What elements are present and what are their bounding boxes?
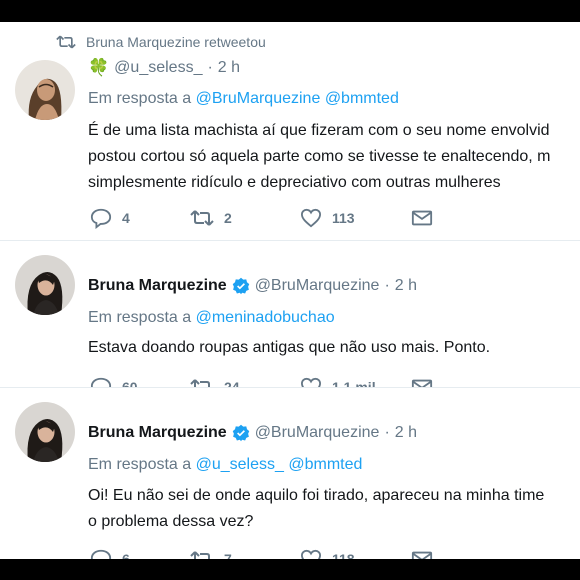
avatar[interactable] <box>15 60 75 120</box>
avatar[interactable] <box>15 402 75 462</box>
verified-badge-icon <box>232 424 249 442</box>
avatar[interactable] <box>15 255 75 315</box>
author-name[interactable]: Bruna Marquezine <box>88 424 227 442</box>
tweet-text-line: postou cortou só aquela parte como se ti… <box>88 148 551 165</box>
retweet-button[interactable]: 7 <box>190 549 300 559</box>
like-button[interactable]: 113 <box>300 208 411 228</box>
separator-dot: · <box>207 59 213 76</box>
retweet-icon <box>190 551 210 559</box>
author-name[interactable]: Bruna Marquezine <box>88 277 227 295</box>
clover-emoji: 🍀 <box>88 58 110 77</box>
tweet-3[interactable]: Bruna Marquezine @BruMarquezine · 2 h Em… <box>0 388 580 559</box>
action-bar: 6 7 118 <box>90 548 433 559</box>
tweet-text-line: Estava doando roupas antigas que não uso… <box>88 339 491 356</box>
retweet-icon <box>190 210 214 226</box>
mention-link[interactable]: @meninadobuchao <box>196 309 335 326</box>
tweet-1[interactable]: Bruna Marquezine retweetou 🍀 @u_seless_ … <box>0 22 580 240</box>
mention-link[interactable]: @BruMarquezine <box>196 90 321 107</box>
tweet-text-line: Oi! Eu não sei de onde aquilo foi tirado… <box>88 487 545 504</box>
like-count: 118 <box>332 551 355 559</box>
retweet-count: 2 <box>224 210 232 226</box>
retweet-context: Bruna Marquezine retweetou <box>56 34 266 50</box>
retweet-count: 7 <box>224 551 232 559</box>
reply-count: 6 <box>122 551 130 559</box>
author-handle[interactable]: @BruMarquezine <box>255 424 380 442</box>
mention-link[interactable]: @bmmted <box>288 456 362 473</box>
tweet-2[interactable]: Bruna Marquezine @BruMarquezine · 2 h Em… <box>0 241 580 398</box>
like-button[interactable]: 118 <box>300 549 411 559</box>
retweet-button[interactable]: 2 <box>190 208 300 228</box>
timeline: Bruna Marquezine retweetou 🍀 @u_seless_ … <box>0 22 580 559</box>
reply-button[interactable]: 6 <box>90 548 190 559</box>
retweet-icon <box>56 35 76 49</box>
reply-context: Em resposta a @BruMarquezine @bmmted <box>88 90 399 108</box>
action-bar: 4 2 113 <box>90 207 433 229</box>
reply-icon <box>90 208 112 229</box>
author-handle[interactable]: @u_seless_ <box>114 59 202 77</box>
direct-message-button[interactable] <box>411 550 433 559</box>
separator-dot: · <box>384 277 390 294</box>
tweet-header: 🍀 @u_seless_ · 2 h <box>88 58 240 78</box>
reply-button[interactable]: 4 <box>90 207 190 229</box>
tweet-header: Bruna Marquezine @BruMarquezine · 2 h <box>88 277 417 295</box>
tweet-text: Oi! Eu não sei de onde aquilo foi tirado… <box>88 483 580 535</box>
direct-message-button[interactable] <box>411 209 433 227</box>
timestamp[interactable]: 2 h <box>218 59 240 77</box>
mention-link[interactable]: @bmmted <box>325 90 399 107</box>
tweet-text-line: simplesmente ridículo e depreciativo com… <box>88 174 501 191</box>
separator-dot: · <box>384 424 390 441</box>
mention-link[interactable]: @u_seless_ <box>196 456 284 473</box>
like-count: 113 <box>332 210 355 226</box>
reply-context: Em resposta a @u_seless_ @bmmted <box>88 456 362 474</box>
reply-prefix: Em resposta a <box>88 90 192 107</box>
heart-icon <box>300 208 322 228</box>
envelope-icon <box>411 551 433 559</box>
reply-icon <box>90 549 112 559</box>
reply-prefix: Em resposta a <box>88 309 192 326</box>
tweet-text: É de uma lista machista aí que fizeram c… <box>88 118 580 196</box>
reply-context: Em resposta a @meninadobuchao <box>88 309 335 327</box>
tweet-text: Estava doando roupas antigas que não uso… <box>88 335 580 361</box>
verified-badge-icon <box>232 277 249 295</box>
timestamp[interactable]: 2 h <box>395 277 417 295</box>
author-handle[interactable]: @BruMarquezine <box>255 277 380 295</box>
tweet-text-line: É de uma lista machista aí que fizeram c… <box>88 122 550 139</box>
reply-prefix: Em resposta a <box>88 456 192 473</box>
tweet-header: Bruna Marquezine @BruMarquezine · 2 h <box>88 424 417 442</box>
reply-count: 4 <box>122 210 130 226</box>
retweet-note: Bruna Marquezine retweetou <box>86 34 266 50</box>
tweet-text-line: o problema dessa vez? <box>88 513 254 530</box>
timestamp[interactable]: 2 h <box>395 424 417 442</box>
heart-icon <box>300 549 322 559</box>
envelope-icon <box>411 210 433 226</box>
